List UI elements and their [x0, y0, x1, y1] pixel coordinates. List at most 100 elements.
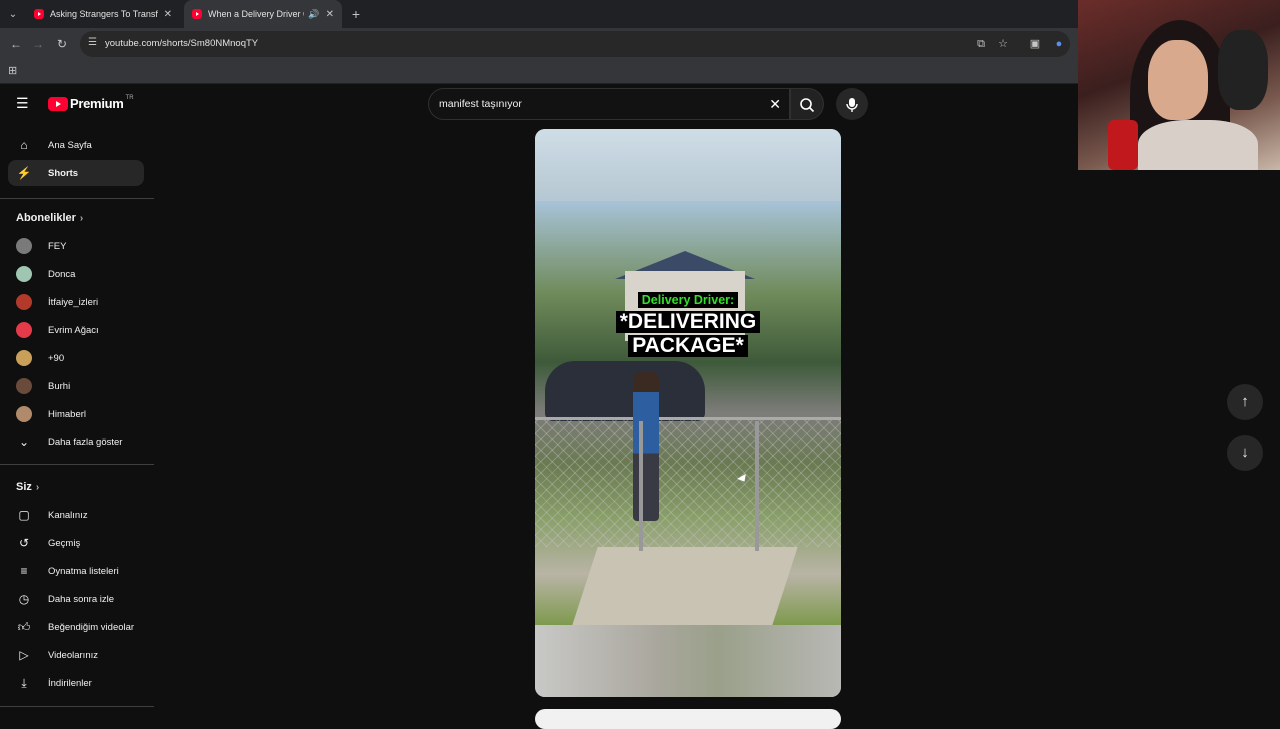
sidebar-item-liked-videos[interactable]: 👍︎ Beğendiğim videolar — [8, 614, 144, 640]
browser-tab-1[interactable]: Asking Strangers To Transform ✕ — [26, 0, 180, 28]
apps-grid-icon[interactable]: ⊞ — [8, 65, 20, 77]
sidebar-item-label: Daha fazla göster — [48, 436, 123, 448]
site-info-icon[interactable]: ☰ — [88, 37, 100, 49]
sidebar-item-subscription[interactable]: FEY — [8, 233, 144, 259]
sidebar-divider — [0, 198, 154, 199]
webcam-body — [1138, 120, 1258, 170]
close-tab-icon[interactable]: ✕ — [164, 9, 172, 20]
sidebar-item-subscription[interactable]: İtfaiye_izleri — [8, 289, 144, 315]
fence-gate — [639, 421, 759, 551]
sidebar-item-label: Kanalınız — [48, 509, 88, 521]
sidebar-item-shorts[interactable]: ⚡ Shorts — [8, 160, 144, 186]
clear-search-icon[interactable]: ✕ — [769, 96, 781, 112]
close-tab-icon[interactable]: ✕ — [326, 9, 334, 20]
sidebar-item-history[interactable]: ↺ Geçmiş — [8, 530, 144, 556]
sidebar-item-subscription[interactable]: Burhi — [8, 373, 144, 399]
profile-icon[interactable]: ● — [1050, 35, 1068, 53]
sidebar-item-label: Donca — [48, 268, 76, 280]
sidebar-item-subscription[interactable]: Evrim Ağacı — [8, 317, 144, 343]
sidebar-item-label: Burhi — [48, 380, 71, 392]
address-bar[interactable]: ☰ youtube.com/shorts/Sm80NMnoqTY ⧉ ☆ ▣ ● — [80, 31, 1070, 57]
walkway — [572, 547, 798, 625]
search-icon — [800, 97, 815, 112]
sidebar-item-label: +90 — [48, 352, 65, 364]
tab-search-dropdown-icon[interactable]: ⌄ — [4, 5, 22, 23]
subscriptions-title: Abonelikler — [16, 212, 76, 224]
like-icon: 👍︎ — [17, 620, 31, 634]
chevron-right-icon: › — [79, 213, 84, 224]
sidebar-item-label: Daha sonra izle — [48, 593, 115, 605]
url-text: youtube.com/shorts/Sm80NMnoqTY — [105, 38, 259, 49]
previous-short-button[interactable]: ↑ — [1227, 384, 1263, 420]
back-arrow-icon[interactable]: ← — [6, 34, 26, 54]
sidebar-item-watch-later[interactable]: ◷ Daha sonra izle — [8, 586, 144, 612]
sidebar-item-label: Oynatma listeleri — [48, 565, 119, 577]
tab-title: Asking Strangers To Transform — [50, 9, 158, 19]
sidebar-item-downloads[interactable]: ⤓ İndirilenler — [8, 670, 144, 696]
history-icon: ↺ — [18, 536, 30, 550]
channel-avatar — [16, 238, 32, 254]
show-more-button[interactable]: ⌄ Daha fazla göster — [8, 429, 144, 455]
caption-top-line: Delivery Driver: — [637, 292, 739, 308]
sidebar-item-label: Evrim Ağacı — [48, 324, 99, 336]
chevron-right-icon: › — [35, 482, 40, 493]
forward-arrow-icon[interactable]: → — [28, 34, 48, 54]
extensions-icon[interactable]: ▣ — [1026, 35, 1044, 53]
tab-title: When a Delivery Driver Out — [208, 9, 304, 19]
chevron-down-icon: ⌄ — [18, 435, 30, 449]
voice-search-button[interactable] — [836, 88, 868, 120]
browser-toolbar: ← → ↻ ☰ youtube.com/shorts/Sm80NMnoqTY ⧉… — [0, 28, 1078, 60]
next-short-card[interactable] — [535, 709, 841, 729]
channel-icon: ▢ — [18, 508, 30, 522]
webcam-overlay — [1078, 0, 1280, 170]
subscriptions-heading[interactable]: Abonelikler › — [16, 212, 83, 224]
youtube-favicon-icon — [34, 9, 44, 19]
video-blur-bottom — [535, 625, 841, 697]
video-caption: Delivery Driver: *DELIVERING PACKAGE* — [535, 291, 841, 357]
youtube-favicon-icon — [192, 9, 202, 19]
sidebar-item-home[interactable]: ⌂ Ana Sayfa — [8, 132, 144, 158]
menu-icon[interactable]: ☰ — [16, 95, 32, 111]
browser-tab-strip: ⌄ Asking Strangers To Transform ✕ When a… — [0, 0, 1078, 28]
sidebar-item-subscription[interactable]: Donca — [8, 261, 144, 287]
sidebar-item-your-channel[interactable]: ▢ Kanalınız — [8, 502, 144, 528]
sidebar-divider — [0, 464, 154, 465]
new-tab-button[interactable]: + — [346, 4, 366, 24]
your-videos-icon: ▷ — [19, 648, 29, 662]
sidebar-item-label: Videolarınız — [48, 649, 98, 661]
you-heading[interactable]: Siz › — [16, 481, 39, 493]
next-short-button[interactable]: ↓ — [1227, 435, 1263, 471]
sidebar-item-label: İtfaiye_izleri — [48, 296, 99, 308]
channel-avatar — [16, 350, 32, 366]
sidebar-item-your-videos[interactable]: ▷ Videolarınız — [8, 642, 144, 668]
sidebar-item-label: FEY — [48, 240, 67, 252]
playlist-icon: ≡ — [20, 564, 28, 578]
youtube-logo-icon — [48, 96, 68, 111]
sidebar-item-label: Shorts — [48, 167, 79, 179]
channel-avatar — [16, 322, 32, 338]
youtube-premium-logo[interactable]: Premium TR — [48, 95, 134, 111]
download-icon: ⤓ — [21, 676, 27, 690]
shorts-icon: ⚡ — [16, 166, 32, 180]
sidebar-item-subscription[interactable]: +90 — [8, 345, 144, 371]
channel-avatar — [16, 266, 32, 282]
sidebar-item-label: Ana Sayfa — [48, 139, 92, 151]
home-icon: ⌂ — [20, 138, 28, 152]
search-box[interactable]: ✕ — [428, 88, 790, 120]
search-button[interactable] — [790, 88, 824, 120]
channel-avatar — [16, 294, 32, 310]
speaker-icon[interactable]: 🔊 — [308, 9, 319, 20]
logo-text: Premium — [70, 96, 124, 111]
bookmarks-bar: ⊞ — [0, 60, 1078, 84]
sidebar-item-playlists[interactable]: ≡ Oynatma listeleri — [8, 558, 144, 584]
search-input[interactable] — [439, 95, 759, 113]
caption-main-line-2: PACKAGE* — [628, 335, 748, 357]
browser-tab-2-active[interactable]: When a Delivery Driver Out 🔊 ✕ — [184, 0, 342, 28]
reload-icon[interactable]: ↻ — [52, 34, 72, 54]
sidebar-item-subscription[interactable]: Himaberl — [8, 401, 144, 427]
install-app-icon[interactable]: ⧉ — [972, 35, 990, 53]
webcam-face — [1148, 40, 1208, 120]
channel-avatar — [16, 406, 32, 422]
short-video-player[interactable]: Delivery Driver: *DELIVERING PACKAGE* — [535, 129, 841, 697]
bookmark-star-icon[interactable]: ☆ — [994, 35, 1012, 53]
